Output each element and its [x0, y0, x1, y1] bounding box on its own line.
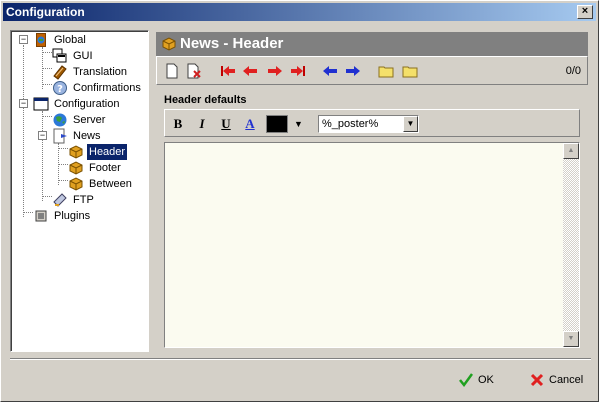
- ok-button[interactable]: OK: [458, 367, 518, 393]
- panel-header: News - Header: [156, 32, 588, 56]
- open-folder-icon[interactable]: [377, 62, 395, 80]
- tree-item-between[interactable]: Between: [68, 176, 134, 192]
- first-red-icon[interactable]: [219, 62, 237, 80]
- ftp-icon: [53, 193, 67, 207]
- tree-item-global[interactable]: Global: [33, 32, 88, 48]
- tree-item-ftp[interactable]: FTP: [52, 192, 96, 208]
- window-icon: [33, 97, 49, 111]
- format-toolbar: B I U A ▼ %_poster% ▼: [164, 109, 580, 137]
- font-button[interactable]: A: [241, 115, 259, 133]
- tree-item-translation[interactable]: Translation: [52, 64, 129, 80]
- title-bar: Configuration ×: [3, 3, 596, 21]
- section-label: Header defaults: [164, 94, 247, 106]
- tree-item-gui[interactable]: GUI: [52, 48, 95, 64]
- configuration-collapse-toggle[interactable]: −: [19, 99, 28, 108]
- vertical-scrollbar[interactable]: ▲ ▼: [563, 143, 579, 347]
- variable-select[interactable]: %_poster% ▼: [318, 115, 419, 133]
- record-counter: 0/0: [565, 65, 581, 77]
- translation-book-icon: [53, 65, 67, 80]
- tree-item-confirmations[interactable]: ? Confirmations: [52, 80, 143, 96]
- color-swatch[interactable]: [266, 115, 288, 133]
- header-editor[interactable]: ▲ ▼: [164, 142, 580, 348]
- tree-item-news[interactable]: News: [52, 128, 103, 144]
- tree-item-server[interactable]: Server: [52, 112, 107, 128]
- gui-windows-icon: [52, 48, 67, 63]
- checkmark-icon: [459, 373, 474, 388]
- header-cube-icon: [69, 145, 83, 159]
- color-dropdown-icon[interactable]: ▼: [294, 119, 303, 129]
- question-icon: ?: [53, 81, 67, 95]
- cancel-button[interactable]: Cancel: [529, 367, 589, 393]
- configuration-window: Configuration × − − − Global GUI Transla…: [0, 0, 599, 402]
- plugin-icon: [35, 210, 47, 222]
- close-button[interactable]: ×: [577, 5, 593, 19]
- svg-text:?: ?: [57, 84, 63, 95]
- next-blue-icon[interactable]: [344, 62, 362, 80]
- tree-item-header[interactable]: Header: [68, 144, 128, 160]
- cancel-x-icon: [530, 373, 544, 387]
- footer-cube-icon: [69, 161, 83, 175]
- globe-icon: [53, 113, 67, 127]
- global-collapse-toggle[interactable]: −: [19, 35, 28, 44]
- last-red-icon[interactable]: [289, 62, 307, 80]
- tree-item-plugins[interactable]: Plugins: [33, 208, 92, 224]
- new-page-icon[interactable]: [163, 62, 181, 80]
- delete-page-icon[interactable]: [185, 62, 203, 80]
- news-collapse-toggle[interactable]: −: [38, 131, 47, 140]
- scroll-up-icon[interactable]: ▲: [563, 143, 579, 159]
- tree-item-footer[interactable]: Footer: [68, 160, 123, 176]
- header-cube-icon: [162, 37, 176, 51]
- config-tree[interactable]: − − − Global GUI Translation ? Confirmati…: [10, 30, 149, 352]
- underline-button[interactable]: U: [217, 115, 235, 133]
- prev-blue-icon[interactable]: [321, 62, 339, 80]
- chevron-down-icon[interactable]: ▼: [403, 116, 418, 132]
- window-title: Configuration: [6, 5, 85, 19]
- between-cube-icon: [69, 177, 83, 191]
- next-red-icon[interactable]: [266, 62, 284, 80]
- variable-select-value: %_poster%: [322, 118, 379, 130]
- prev-red-icon[interactable]: [241, 62, 259, 80]
- news-page-icon: [53, 128, 67, 144]
- globe-book-icon: [36, 33, 46, 47]
- scroll-down-icon[interactable]: ▼: [563, 331, 579, 347]
- tree-item-configuration[interactable]: Configuration: [33, 96, 121, 112]
- panel-title: News - Header: [180, 35, 284, 52]
- bold-button[interactable]: B: [169, 115, 187, 133]
- separator: [10, 358, 591, 360]
- navigation-toolbar: 0/0: [156, 56, 588, 85]
- save-folder-icon[interactable]: [401, 62, 419, 80]
- italic-button[interactable]: I: [193, 115, 211, 133]
